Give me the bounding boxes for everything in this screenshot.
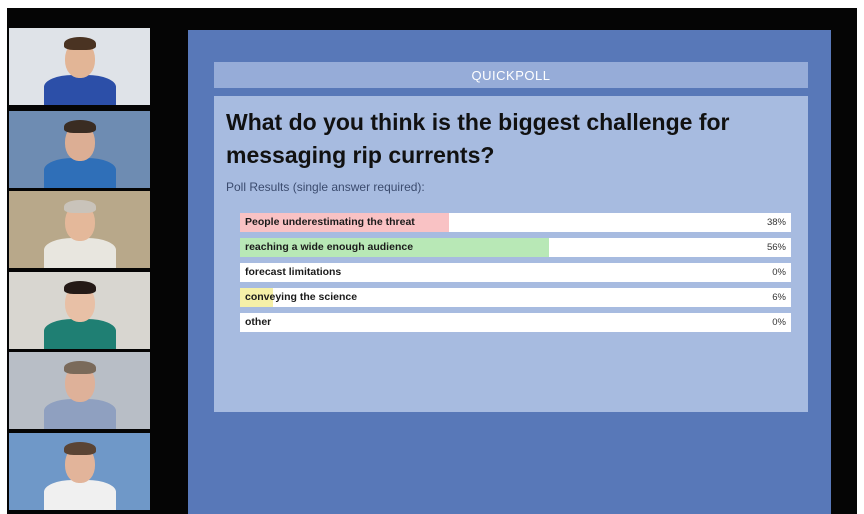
- participant-video-2[interactable]: [9, 111, 150, 188]
- participant-hair: [64, 120, 96, 133]
- poll-option-percent: 0%: [772, 267, 786, 278]
- poll-results-subtitle: Poll Results (single answer required):: [226, 180, 425, 194]
- participant-hair: [64, 200, 96, 213]
- poll-option-label: People underestimating the threat: [245, 216, 415, 228]
- participant-video-strip: [9, 28, 150, 514]
- poll-option-label: conveying the science: [245, 291, 358, 303]
- participant-torso: [44, 399, 116, 429]
- poll-option-label: reaching a wide enough audience: [245, 241, 414, 253]
- quickpoll-header: QUICKPOLL: [214, 62, 808, 96]
- poll-option-label: other: [245, 316, 272, 328]
- participant-torso: [44, 158, 116, 188]
- participant-video-6[interactable]: [9, 433, 150, 510]
- participant-torso: [44, 238, 116, 268]
- quickpoll-panel: QUICKPOLL What do you think is the bigge…: [214, 62, 808, 412]
- poll-result-row: People underestimating the threat 38%: [240, 213, 791, 232]
- poll-question: What do you think is the biggest challen…: [226, 109, 730, 168]
- poll-option-percent: 56%: [766, 242, 786, 253]
- poll-result-row: conveying the science 6%: [240, 288, 791, 307]
- participant-hair: [64, 37, 96, 50]
- participant-video-1[interactable]: [9, 28, 150, 105]
- poll-result-row: other 0%: [240, 313, 791, 332]
- participant-torso: [44, 75, 116, 105]
- poll-option-label: forecast limitations: [245, 266, 342, 278]
- participant-hair: [64, 442, 96, 455]
- poll-results-list: People underestimating the threat 38% re…: [240, 213, 791, 338]
- participant-video-5[interactable]: [9, 352, 150, 429]
- participant-torso: [44, 319, 116, 349]
- participant-video-3[interactable]: [9, 191, 150, 268]
- poll-result-row: reaching a wide enough audience 56%: [240, 238, 791, 257]
- participant-video-4[interactable]: [9, 272, 150, 349]
- poll-option-percent: 0%: [772, 317, 786, 328]
- participant-torso: [44, 480, 116, 510]
- participant-hair: [64, 361, 96, 374]
- participant-hair: [64, 281, 96, 294]
- poll-option-percent: 38%: [766, 217, 786, 228]
- poll-option-percent: 6%: [772, 292, 786, 303]
- poll-result-row: forecast limitations 0%: [240, 263, 791, 282]
